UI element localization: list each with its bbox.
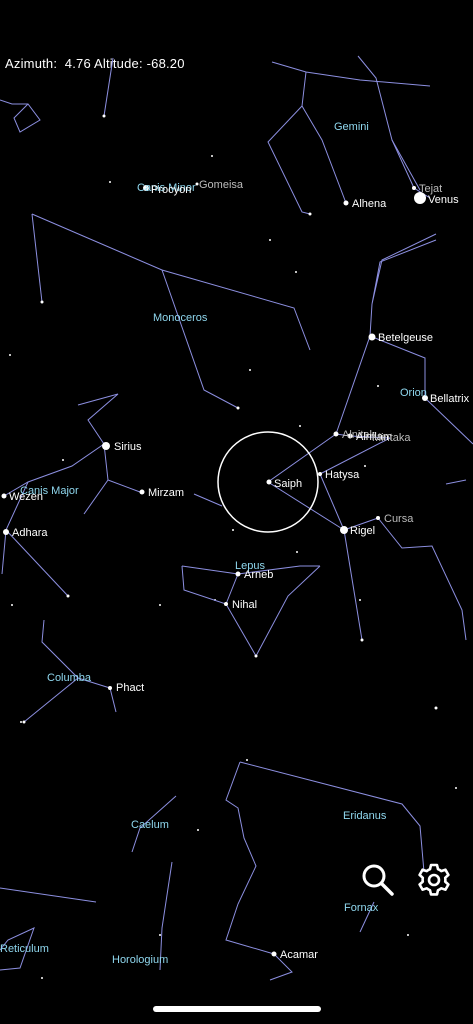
constellation-labels: Gemini Canis Minor Monoceros Orion Canis…: [0, 121, 427, 966]
star-label-mirzam: Mirzam: [148, 487, 184, 499]
constellation-label-horologium: Horologium: [112, 954, 168, 966]
star-label-bellatrix: Bellatrix: [430, 393, 470, 405]
search-button[interactable]: [358, 860, 398, 900]
constellation-label-monoceros: Monoceros: [153, 312, 208, 324]
star-label-rigel: Rigel: [350, 525, 375, 537]
star-label-alhena: Alhena: [352, 198, 387, 210]
star-label-acamar: Acamar: [280, 949, 318, 961]
star-label-phact: Phact: [116, 682, 144, 694]
star-label-adhara: Adhara: [12, 527, 48, 539]
constellation-label-orion: Orion: [400, 387, 427, 399]
star-label-nihal: Nihal: [232, 599, 257, 611]
gear-icon: [418, 863, 450, 896]
constellation-label-reticulum: Reticulum: [0, 943, 49, 955]
star-label-betelgeuse: Betelgeuse: [378, 332, 433, 344]
star-label-mintaka: Mintaka: [372, 432, 411, 444]
star-label-saiph: Saiph: [274, 478, 302, 490]
sky-map[interactable]: Gemini Canis Minor Monoceros Orion Canis…: [0, 0, 473, 1024]
settings-button[interactable]: [414, 860, 454, 900]
constellation-label-columba: Columba: [47, 672, 92, 684]
star-label-sirius: Sirius: [114, 441, 142, 453]
star-label-venus: Venus: [428, 194, 459, 206]
star-label-cursa: Cursa: [384, 513, 414, 525]
home-indicator[interactable]: [153, 1006, 321, 1012]
constellation-label-caelum: Caelum: [131, 819, 169, 831]
star-label-wezen: Wezen: [9, 491, 43, 503]
star-label-procyon: Procyon: [151, 184, 191, 196]
constellation-label-eridanus: Eridanus: [343, 810, 387, 822]
constellation-label-fornax: Fornax: [344, 902, 379, 914]
search-icon: [362, 864, 394, 896]
star-label-gomeisa: Gomeisa: [199, 179, 244, 191]
star-label-hatysa: Hatysa: [325, 469, 360, 481]
background-stars: [9, 155, 457, 979]
star-label-arneb: Arneb: [244, 569, 273, 581]
constellation-label-gemini: Gemini: [334, 121, 369, 133]
